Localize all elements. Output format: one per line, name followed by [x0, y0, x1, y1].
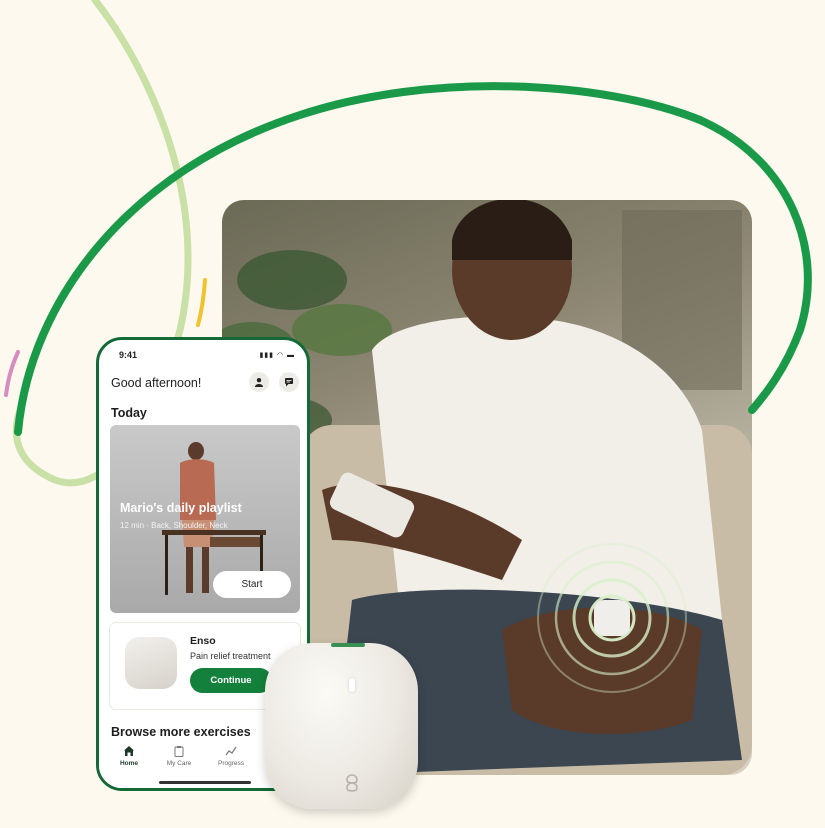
nav-progress[interactable]: Progress: [211, 745, 251, 767]
browse-heading: Browse more exercises: [111, 725, 251, 739]
nav-home-label: Home: [119, 760, 139, 767]
start-button[interactable]: Start: [213, 571, 291, 598]
status-icons: ▮▮▮ ◠ ▬: [259, 352, 295, 359]
daily-playlist-card[interactable]: Mario's daily playlist 12 min · Back, Sh…: [110, 425, 300, 613]
pink-accent-stroke: [4, 350, 20, 397]
home-indicator: [159, 781, 251, 784]
nav-my-care[interactable]: My Care: [159, 745, 199, 767]
enso-logo-icon: [346, 774, 358, 792]
yellow-accent-stroke: [196, 278, 207, 327]
device-indicator-light: [349, 678, 355, 692]
nav-my-care-label: My Care: [166, 760, 192, 767]
clipboard-icon: [174, 746, 184, 757]
greeting-text: Good afternoon!: [111, 376, 202, 390]
enso-device: [265, 643, 418, 809]
continue-button[interactable]: Continue: [190, 668, 272, 693]
enso-device-image: [125, 637, 177, 689]
status-time: 9:41: [119, 350, 138, 360]
device-green-strip: [331, 643, 365, 647]
nav-progress-label: Progress: [217, 760, 244, 767]
home-icon: [124, 746, 134, 756]
playlist-subtitle: 12 min · Back, Shoulder, Neck: [120, 521, 228, 530]
today-heading: Today: [111, 406, 147, 420]
chat-icon[interactable]: [279, 372, 299, 392]
nav-home[interactable]: Home: [109, 745, 149, 767]
enso-title: Enso: [190, 635, 216, 647]
trend-icon: [225, 746, 237, 756]
enso-subtitle: Pain relief treatment: [190, 651, 271, 661]
playlist-title: Mario's daily playlist: [120, 501, 242, 515]
profile-icon[interactable]: [249, 372, 269, 392]
